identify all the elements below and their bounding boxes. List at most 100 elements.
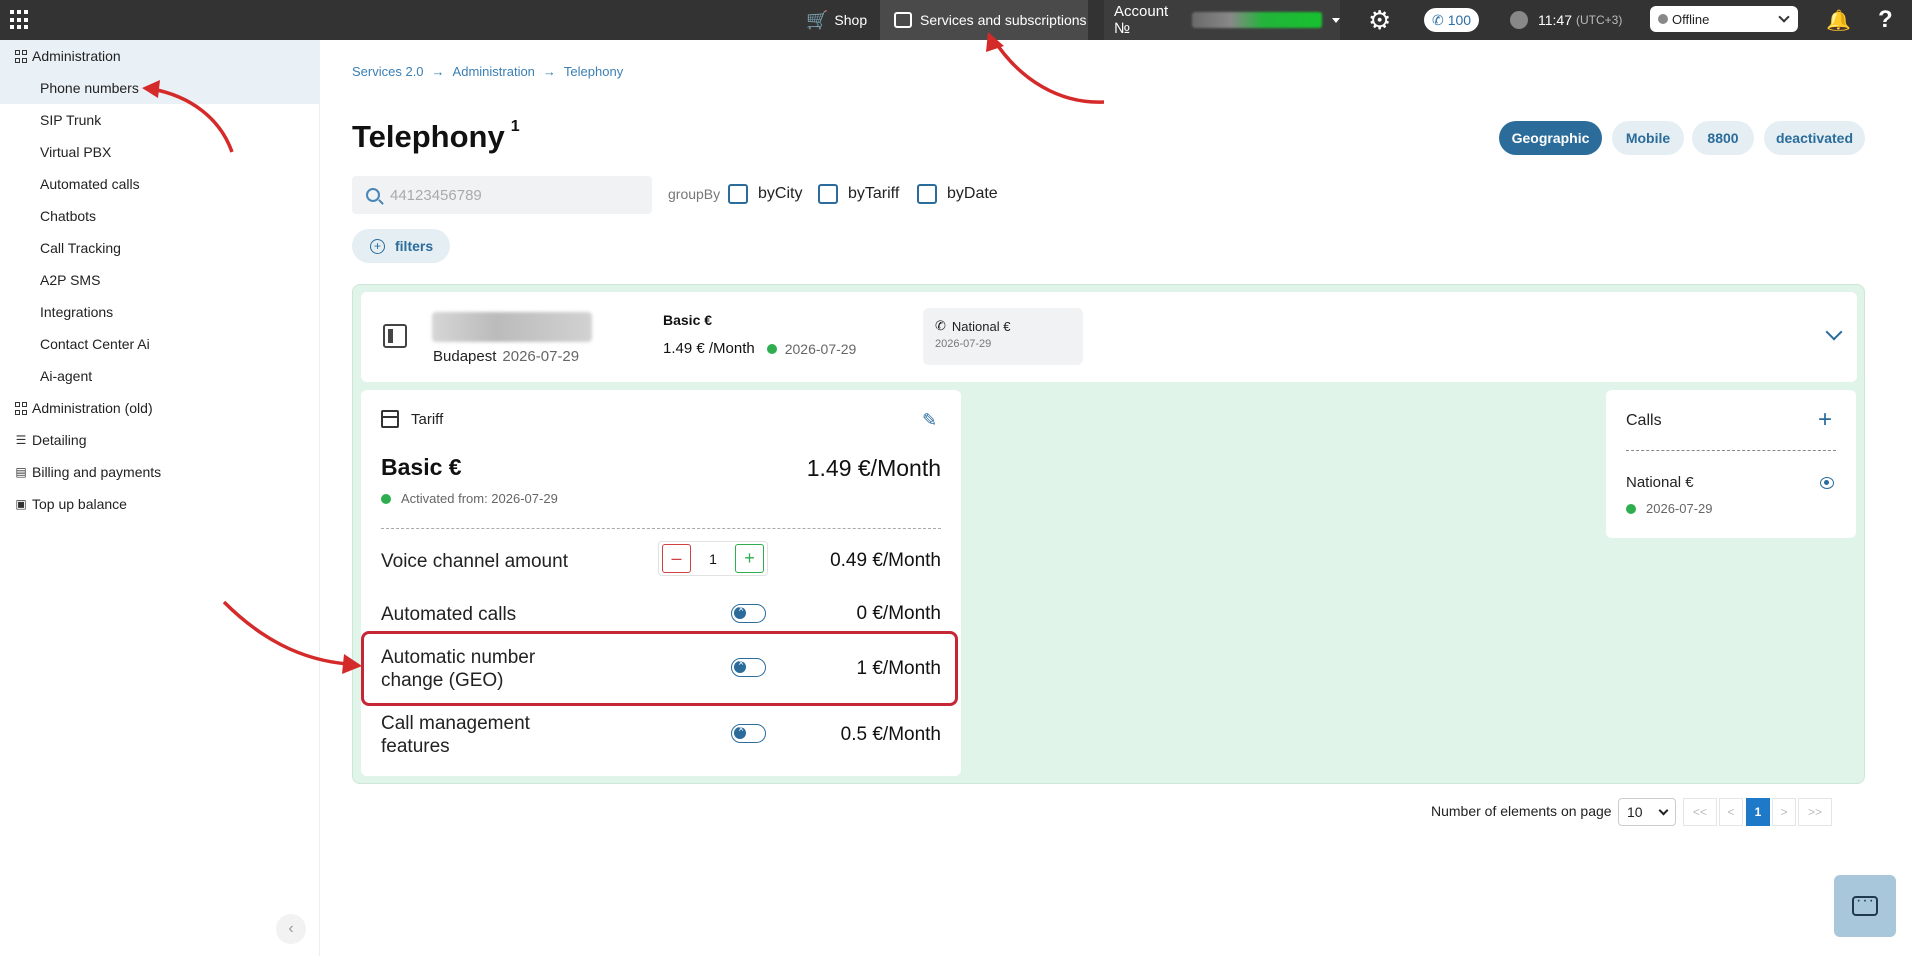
- calls-package-name: National €: [1626, 474, 1694, 491]
- shop-label: Shop: [834, 12, 868, 28]
- active-status-dot-icon: [1626, 503, 1636, 514]
- package-name: National €: [951, 318, 1011, 334]
- tab-deactivated[interactable]: deactivated: [1764, 121, 1865, 155]
- current-page-button[interactable]: 1: [1746, 798, 1770, 826]
- sidebar-section-billing[interactable]: ▤ Billing and payments: [0, 456, 320, 488]
- option-price-voice-channels: 0.49 €/Month: [830, 550, 941, 571]
- toggle-call-management[interactable]: [731, 724, 766, 743]
- gear-icon[interactable]: ⚙: [1368, 0, 1391, 40]
- search-box: [352, 176, 652, 214]
- quantity-stepper: – 1 +: [658, 541, 768, 576]
- toggle-automated-calls[interactable]: [731, 604, 766, 623]
- city-name: Budapest: [433, 348, 497, 365]
- collapse-sidebar-button[interactable]: ‹: [276, 914, 306, 944]
- chevron-down-icon: [1658, 805, 1669, 816]
- tariff-name: Basic €: [381, 454, 462, 480]
- sidebar-section-label: Administration: [32, 48, 121, 64]
- chevron-down-icon: [1778, 11, 1790, 23]
- cart-icon: 🛒: [806, 9, 829, 30]
- bell-icon[interactable]: 🔔: [1826, 0, 1851, 40]
- status-select[interactable]: Offline: [1650, 6, 1798, 32]
- account-selector[interactable]: Account №: [1104, 0, 1340, 40]
- sidebar-item-automated-calls[interactable]: Automated calls: [0, 168, 320, 200]
- checkbox-bytariff[interactable]: byTariff: [818, 184, 899, 204]
- breadcrumb-services[interactable]: Services 2.0: [352, 64, 424, 79]
- calls-package-date-row: 2026-07-29: [1626, 501, 1713, 516]
- user-clock[interactable]: 11:47 (UTC+3): [1510, 0, 1622, 40]
- sidebar-item-label: Phone numbers: [40, 80, 139, 96]
- divider: [381, 528, 941, 529]
- decrement-button[interactable]: –: [662, 544, 691, 573]
- prev-page-button[interactable]: <: [1719, 798, 1743, 826]
- first-page-button[interactable]: <<: [1683, 798, 1717, 826]
- add-plus-icon[interactable]: +: [1818, 406, 1832, 434]
- receipt-icon: ▤: [15, 465, 27, 479]
- filters-button[interactable]: + filters: [352, 229, 450, 263]
- phone-number-redacted: [432, 312, 592, 342]
- sidebar-item-label: Call Tracking: [40, 240, 121, 256]
- page-size-label: Number of elements on page: [1431, 803, 1612, 819]
- checkbox-label: byTariff: [848, 185, 900, 202]
- active-status-dot-icon: [381, 493, 391, 504]
- breadcrumb-telephony[interactable]: Telephony: [564, 64, 623, 79]
- eye-icon[interactable]: [1820, 477, 1834, 489]
- sidebar-section-label: Top up balance: [32, 496, 127, 512]
- checkbox-bydate[interactable]: byDate: [917, 184, 998, 204]
- tab-mobile[interactable]: Mobile: [1612, 121, 1684, 155]
- tariff-activated: Activated from: 2026-07-29: [381, 491, 558, 506]
- annotation-arrow-icon: [986, 32, 1105, 104]
- tariff-card-header: Tariff: [381, 410, 443, 428]
- arrow-right-icon: →: [542, 64, 556, 79]
- checkbox-bycity[interactable]: byCity: [728, 184, 802, 204]
- account-label: Account №: [1114, 3, 1169, 37]
- quantity-value[interactable]: 1: [709, 551, 717, 567]
- shop-link[interactable]: 🛒 Shop: [806, 0, 867, 40]
- timezone-label: (UTC+3): [1576, 13, 1623, 27]
- time-label: 11:47: [1538, 12, 1572, 28]
- sidebar-item-phone-numbers[interactable]: Phone numbers: [0, 72, 320, 104]
- calls-badge[interactable]: ✆ 100: [1424, 8, 1480, 32]
- apps-grid-icon[interactable]: [10, 10, 30, 30]
- increment-button[interactable]: +: [734, 544, 764, 573]
- option-price-call-management: 0.5 €/Month: [840, 724, 941, 745]
- phone-icon: ✆: [1432, 11, 1444, 28]
- services-subscriptions-link[interactable]: Services and subscriptions: [880, 0, 1088, 40]
- sidebar-item-call-tracking[interactable]: Call Tracking: [0, 232, 320, 264]
- sidebar-section-top-up[interactable]: ▣ Top up balance: [0, 488, 320, 520]
- chevron-left-icon: ‹: [288, 920, 294, 937]
- plus-circle-icon: +: [370, 238, 385, 254]
- sidebar-item-sip-trunk[interactable]: SIP Trunk: [0, 104, 320, 136]
- sidebar-item-virtual-pbx[interactable]: Virtual PBX: [0, 136, 320, 168]
- help-icon[interactable]: ?: [1878, 0, 1893, 40]
- sidebar-item-contact-center-ai[interactable]: Contact Center Ai: [0, 328, 320, 360]
- sidebar-item-chatbots[interactable]: Chatbots: [0, 200, 320, 232]
- page-size-value: 10: [1627, 804, 1643, 820]
- sidebar-section-detailing[interactable]: ☰ Detailing: [0, 424, 320, 456]
- sidebar-section-administration[interactable]: Administration: [0, 40, 320, 72]
- sidebar-section-administration-old[interactable]: Administration (old): [0, 392, 320, 424]
- next-page-button[interactable]: >: [1772, 798, 1796, 826]
- page-title-count: 1: [510, 118, 520, 135]
- option-label-voice-channels: Voice channel amount: [381, 551, 568, 572]
- search-input[interactable]: [390, 186, 630, 204]
- chat-button[interactable]: [1834, 875, 1896, 937]
- page-size-select[interactable]: 10: [1618, 798, 1676, 826]
- active-status-dot-icon: [766, 343, 777, 354]
- last-page-button[interactable]: >>: [1798, 798, 1832, 826]
- breadcrumb-administration[interactable]: Administration: [453, 64, 535, 79]
- sidebar-section-label: Detailing: [32, 432, 87, 448]
- sidebar-item-a2p-sms[interactable]: A2P SMS: [0, 264, 320, 296]
- tariff-activated-text: Activated from: 2026-07-29: [401, 491, 558, 506]
- edit-pencil-icon[interactable]: ✎: [922, 410, 937, 431]
- sidebar-item-integrations[interactable]: Integrations: [0, 296, 320, 328]
- status-dot-icon: [1658, 14, 1668, 24]
- city-date: 2026-07-29: [502, 348, 580, 365]
- tab-geographic[interactable]: Geographic: [1499, 121, 1602, 155]
- calls-count: 100: [1447, 12, 1472, 28]
- number-tariff-name: Basic €: [663, 312, 713, 328]
- calls-package-date: 2026-07-29: [1646, 501, 1713, 516]
- tab-8800[interactable]: 8800: [1692, 121, 1754, 155]
- sidebar-item-label: Integrations: [40, 304, 114, 320]
- page-title: Telephony 1: [352, 118, 520, 155]
- sidebar-item-ai-agent[interactable]: Ai-agent: [0, 360, 320, 392]
